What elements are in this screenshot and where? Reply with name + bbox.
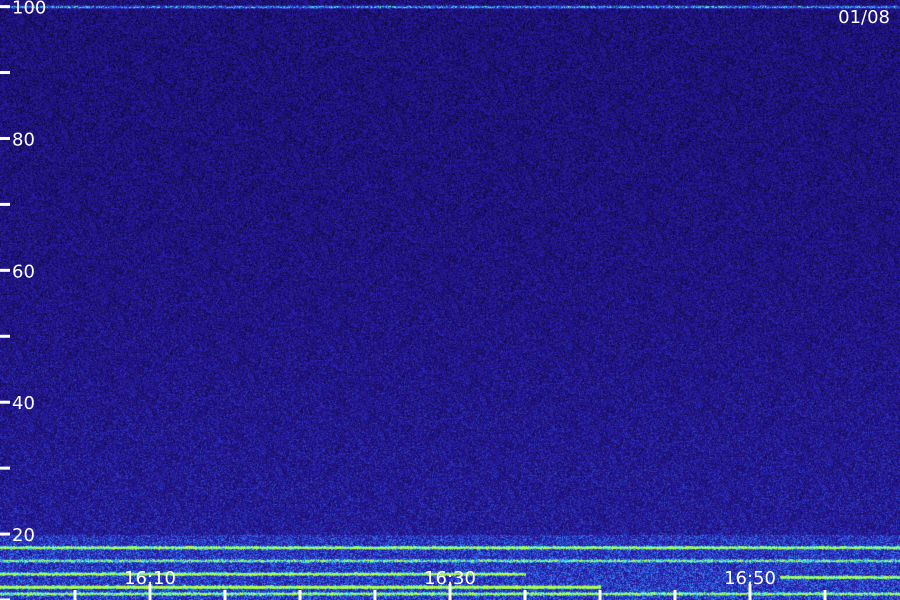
y-tick-label: 100 <box>12 0 46 19</box>
x-axis: 16:10 16:30 16:50 <box>73 568 827 600</box>
y-tick-label: 20 <box>12 525 35 546</box>
x-tick-label: 16:50 <box>724 568 776 589</box>
y-tick-label: 80 <box>12 129 35 150</box>
y-tick-label: 60 <box>12 261 35 282</box>
x-tick-label: 16:30 <box>424 568 476 589</box>
y-axis: 20 40 60 80 100 <box>0 0 46 600</box>
y-tick-label: 40 <box>12 393 35 414</box>
x-tick-label: 16:10 <box>124 568 176 589</box>
spectrogram-axes: 20 40 60 80 100 16:10 16:30 16:50 01/08 <box>0 0 890 600</box>
date-label: 01/08 <box>838 7 890 28</box>
